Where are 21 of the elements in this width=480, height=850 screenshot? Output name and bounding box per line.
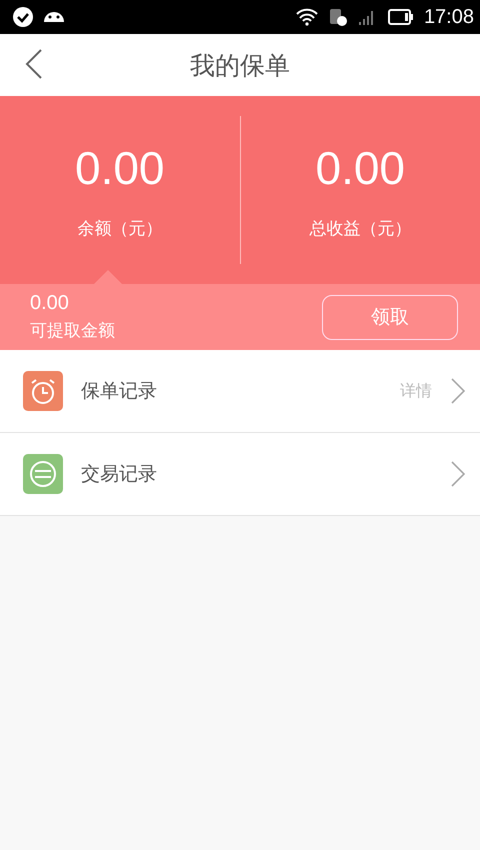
battery-icon (388, 9, 414, 25)
status-time: 17:08 (424, 6, 474, 28)
menu-label: 保单记录 (81, 379, 158, 404)
check-icon (12, 6, 34, 28)
details-link: 详情 (400, 380, 432, 402)
back-icon[interactable] (24, 48, 44, 80)
menu-row[interactable]: 保单记录 详情 (0, 350, 480, 433)
chevron-icon (450, 460, 466, 488)
amount-value: 0.00 (315, 140, 406, 194)
page-title: 我的保单 (190, 50, 290, 82)
sim-card-icon (328, 7, 348, 27)
amount-label: 余额（元） (77, 218, 162, 240)
wifi-icon (296, 8, 318, 26)
amount-label: 总收益（元） (309, 218, 412, 240)
chevron-icon (450, 377, 466, 405)
withdrawable-value: 0.00 (30, 292, 70, 315)
amount-value: 0.00 (74, 140, 165, 194)
android-icon (44, 12, 64, 22)
menu-row[interactable]: 交易记录 (0, 433, 480, 516)
menu-label: 交易记录 (81, 462, 158, 487)
withdrawable-label: 可提取金额 (30, 320, 116, 342)
